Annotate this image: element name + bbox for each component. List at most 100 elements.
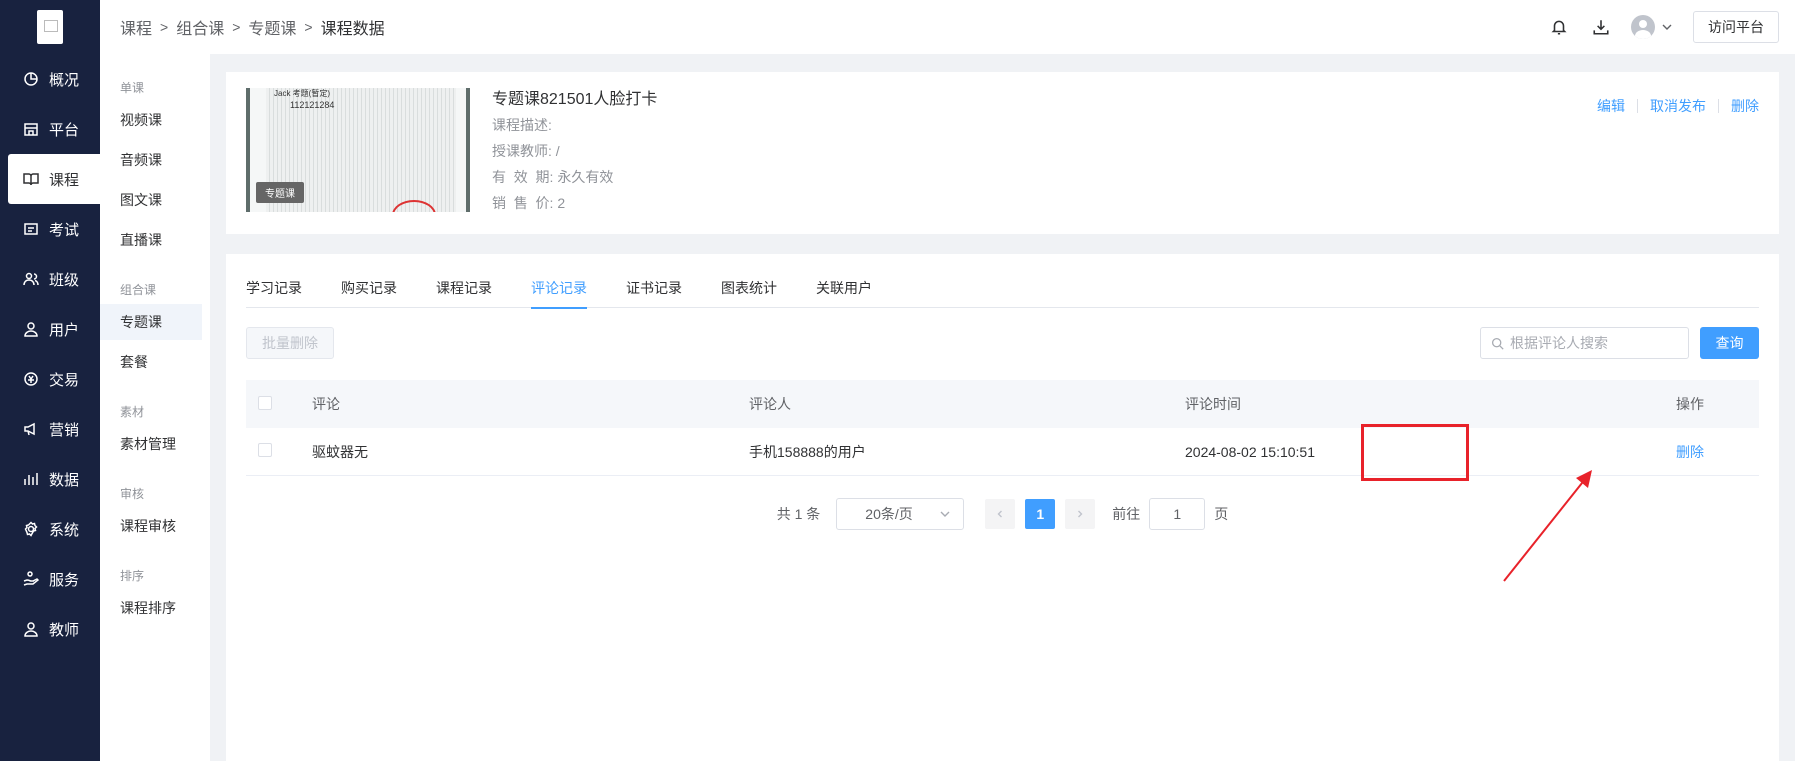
edit-button[interactable]: 编辑 — [1597, 96, 1625, 116]
subnav-item-sort[interactable]: 课程排序 — [100, 590, 202, 626]
tab-certificate-records[interactable]: 证书记录 — [626, 272, 682, 308]
subnav-group-material: 素材 — [120, 405, 145, 419]
visit-platform-button[interactable]: 访问平台 — [1693, 11, 1779, 43]
breadcrumb-item[interactable]: 组合课 — [176, 15, 224, 39]
breadcrumb-item[interactable]: 课程 — [120, 15, 152, 39]
sidebar-item-trade[interactable]: 交易 — [0, 354, 100, 404]
breadcrumb: 课程 > 组合课 > 专题课 > 课程数据 — [120, 15, 385, 39]
bar-chart-icon — [22, 470, 40, 488]
subnav-item-text[interactable]: 图文课 — [100, 182, 202, 218]
table-row: 驱蚊器无 手机158888的用户 2024-08-02 15:10:51 删除 — [246, 428, 1759, 476]
thumbnail-text: 112121284 — [290, 100, 335, 110]
course-info-card: Jack 考题(暂定) 112121284 专题课 专题课821501人脸打卡 … — [226, 72, 1779, 234]
page-size-select[interactable]: 20条/页 — [836, 498, 965, 530]
breadcrumb-item[interactable]: 专题课 — [248, 15, 296, 39]
course-actions: 编辑 取消发布 删除 — [1597, 96, 1759, 116]
prev-page-button[interactable] — [985, 499, 1016, 529]
exam-icon — [22, 220, 40, 238]
sidebar-item-label: 平台 — [49, 121, 80, 139]
bell-icon[interactable] — [1547, 15, 1571, 39]
tab-study-records[interactable]: 学习记录 — [246, 272, 302, 308]
subnav-group-sort: 排序 — [120, 569, 145, 583]
sidebar-item-data[interactable]: 数据 — [0, 454, 100, 504]
sidebar-item-overview[interactable]: 概况 — [0, 54, 100, 104]
subnav-item-audio[interactable]: 音频课 — [100, 142, 202, 178]
sidebar-item-label: 交易 — [49, 371, 80, 389]
subnav-item-video[interactable]: 视频课 — [100, 102, 202, 138]
pie-chart-icon — [22, 70, 40, 88]
sidebar-item-label: 教师 — [49, 621, 80, 639]
column-header: 评论 — [312, 396, 340, 412]
top-header: 课程 > 组合课 > 专题课 > 课程数据 访问平台 — [100, 0, 1795, 54]
query-button[interactable]: 查询 — [1700, 327, 1759, 359]
logo-icon — [37, 10, 63, 44]
sidebar-item-label: 系统 — [49, 521, 80, 539]
thumbnail-text: Jack 考题(暂定) — [274, 89, 330, 98]
sidebar-item-user[interactable]: 用户 — [0, 304, 100, 354]
course-price: 销 售 价: 2 — [492, 195, 566, 211]
main-sidebar: 概况 平台 课程 考试 班级 用户 交易 营销 数据 系统 服务 教师 — [0, 0, 100, 761]
course-description: 课程描述: — [492, 117, 552, 133]
record-tabs: 学习记录 购买记录 课程记录 评论记录 证书记录 图表统计 关联用户 — [246, 272, 1759, 309]
subnav-item-topic[interactable]: 专题课 — [100, 304, 202, 340]
subnav-item-material[interactable]: 素材管理 — [100, 426, 202, 462]
next-page-button[interactable] — [1065, 499, 1096, 529]
sidebar-item-exam[interactable]: 考试 — [0, 204, 100, 254]
subnav-item-bundle[interactable]: 套餐 — [100, 344, 202, 380]
goto-page-input[interactable] — [1149, 498, 1206, 530]
course-validity: 有 效 期: 永久有效 — [492, 169, 614, 185]
sidebar-item-label: 服务 — [49, 571, 80, 589]
select-all-checkbox[interactable] — [258, 395, 272, 410]
tab-comment-records[interactable]: 评论记录 — [531, 272, 587, 309]
sidebar-item-teacher[interactable]: 教师 — [0, 604, 100, 654]
breadcrumb-current: 课程数据 — [320, 21, 385, 38]
page-unit-label: 页 — [1214, 506, 1229, 522]
divider — [1637, 99, 1638, 113]
avatar[interactable] — [1631, 15, 1655, 39]
sidebar-item-service[interactable]: 服务 — [0, 554, 100, 604]
search-input[interactable] — [1510, 335, 1680, 351]
store-icon — [22, 120, 40, 138]
sidebar-item-label: 考试 — [49, 221, 80, 239]
sidebar-item-platform[interactable]: 平台 — [0, 104, 100, 154]
subnav-group-review: 审核 — [120, 487, 145, 501]
unpublish-button[interactable]: 取消发布 — [1650, 96, 1706, 116]
service-icon — [22, 570, 40, 588]
subnav-item-live[interactable]: 直播课 — [100, 222, 202, 258]
delete-comment-button[interactable]: 删除 — [1676, 444, 1704, 460]
sidebar-item-course[interactable]: 课程 — [8, 154, 100, 204]
download-icon[interactable] — [1589, 15, 1613, 39]
column-header: 操作 — [1676, 396, 1704, 412]
tab-purchase-records[interactable]: 购买记录 — [341, 272, 397, 308]
chevron-right-icon — [1078, 510, 1083, 518]
course-thumbnail[interactable]: Jack 考题(暂定) 112121284 专题课 — [246, 88, 470, 212]
records-card: 学习记录 购买记录 课程记录 评论记录 证书记录 图表统计 关联用户 批量删除 … — [226, 254, 1779, 761]
page-number-button[interactable]: 1 — [1025, 499, 1056, 529]
chevron-right-icon: > — [232, 19, 241, 35]
subnav-item-review[interactable]: 课程审核 — [100, 508, 202, 544]
chevron-down-icon[interactable] — [1661, 21, 1673, 33]
table-header: 评论 评论人 评论时间 操作 — [246, 380, 1759, 428]
chevron-right-icon: > — [304, 19, 313, 35]
logo[interactable] — [0, 0, 100, 54]
column-header: 评论时间 — [1185, 396, 1241, 412]
sidebar-item-label: 营销 — [49, 421, 80, 439]
subnav-group-single: 单课 — [120, 81, 145, 95]
megaphone-icon — [22, 420, 40, 438]
tab-linked-users[interactable]: 关联用户 — [816, 272, 872, 308]
sidebar-item-system[interactable]: 系统 — [0, 504, 100, 554]
row-checkbox[interactable] — [258, 443, 272, 457]
chevron-right-icon: > — [160, 19, 169, 35]
subnav-group-combo: 组合课 — [120, 283, 157, 297]
pagination: 共 1 条 20条/页 1 前往 页 — [226, 498, 1779, 530]
batch-delete-button[interactable]: 批量删除 — [246, 327, 334, 359]
comment-cell: 驱蚊器无 — [312, 443, 368, 460]
header-actions: 访问平台 — [1529, 11, 1779, 43]
delete-course-button[interactable]: 删除 — [1731, 96, 1759, 116]
sidebar-item-label: 用户 — [49, 321, 80, 339]
sidebar-item-class[interactable]: 班级 — [0, 254, 100, 304]
tab-chart-stats[interactable]: 图表统计 — [721, 272, 777, 308]
tab-course-records[interactable]: 课程记录 — [436, 272, 492, 308]
sidebar-item-marketing[interactable]: 营销 — [0, 404, 100, 454]
column-header: 评论人 — [749, 396, 791, 412]
